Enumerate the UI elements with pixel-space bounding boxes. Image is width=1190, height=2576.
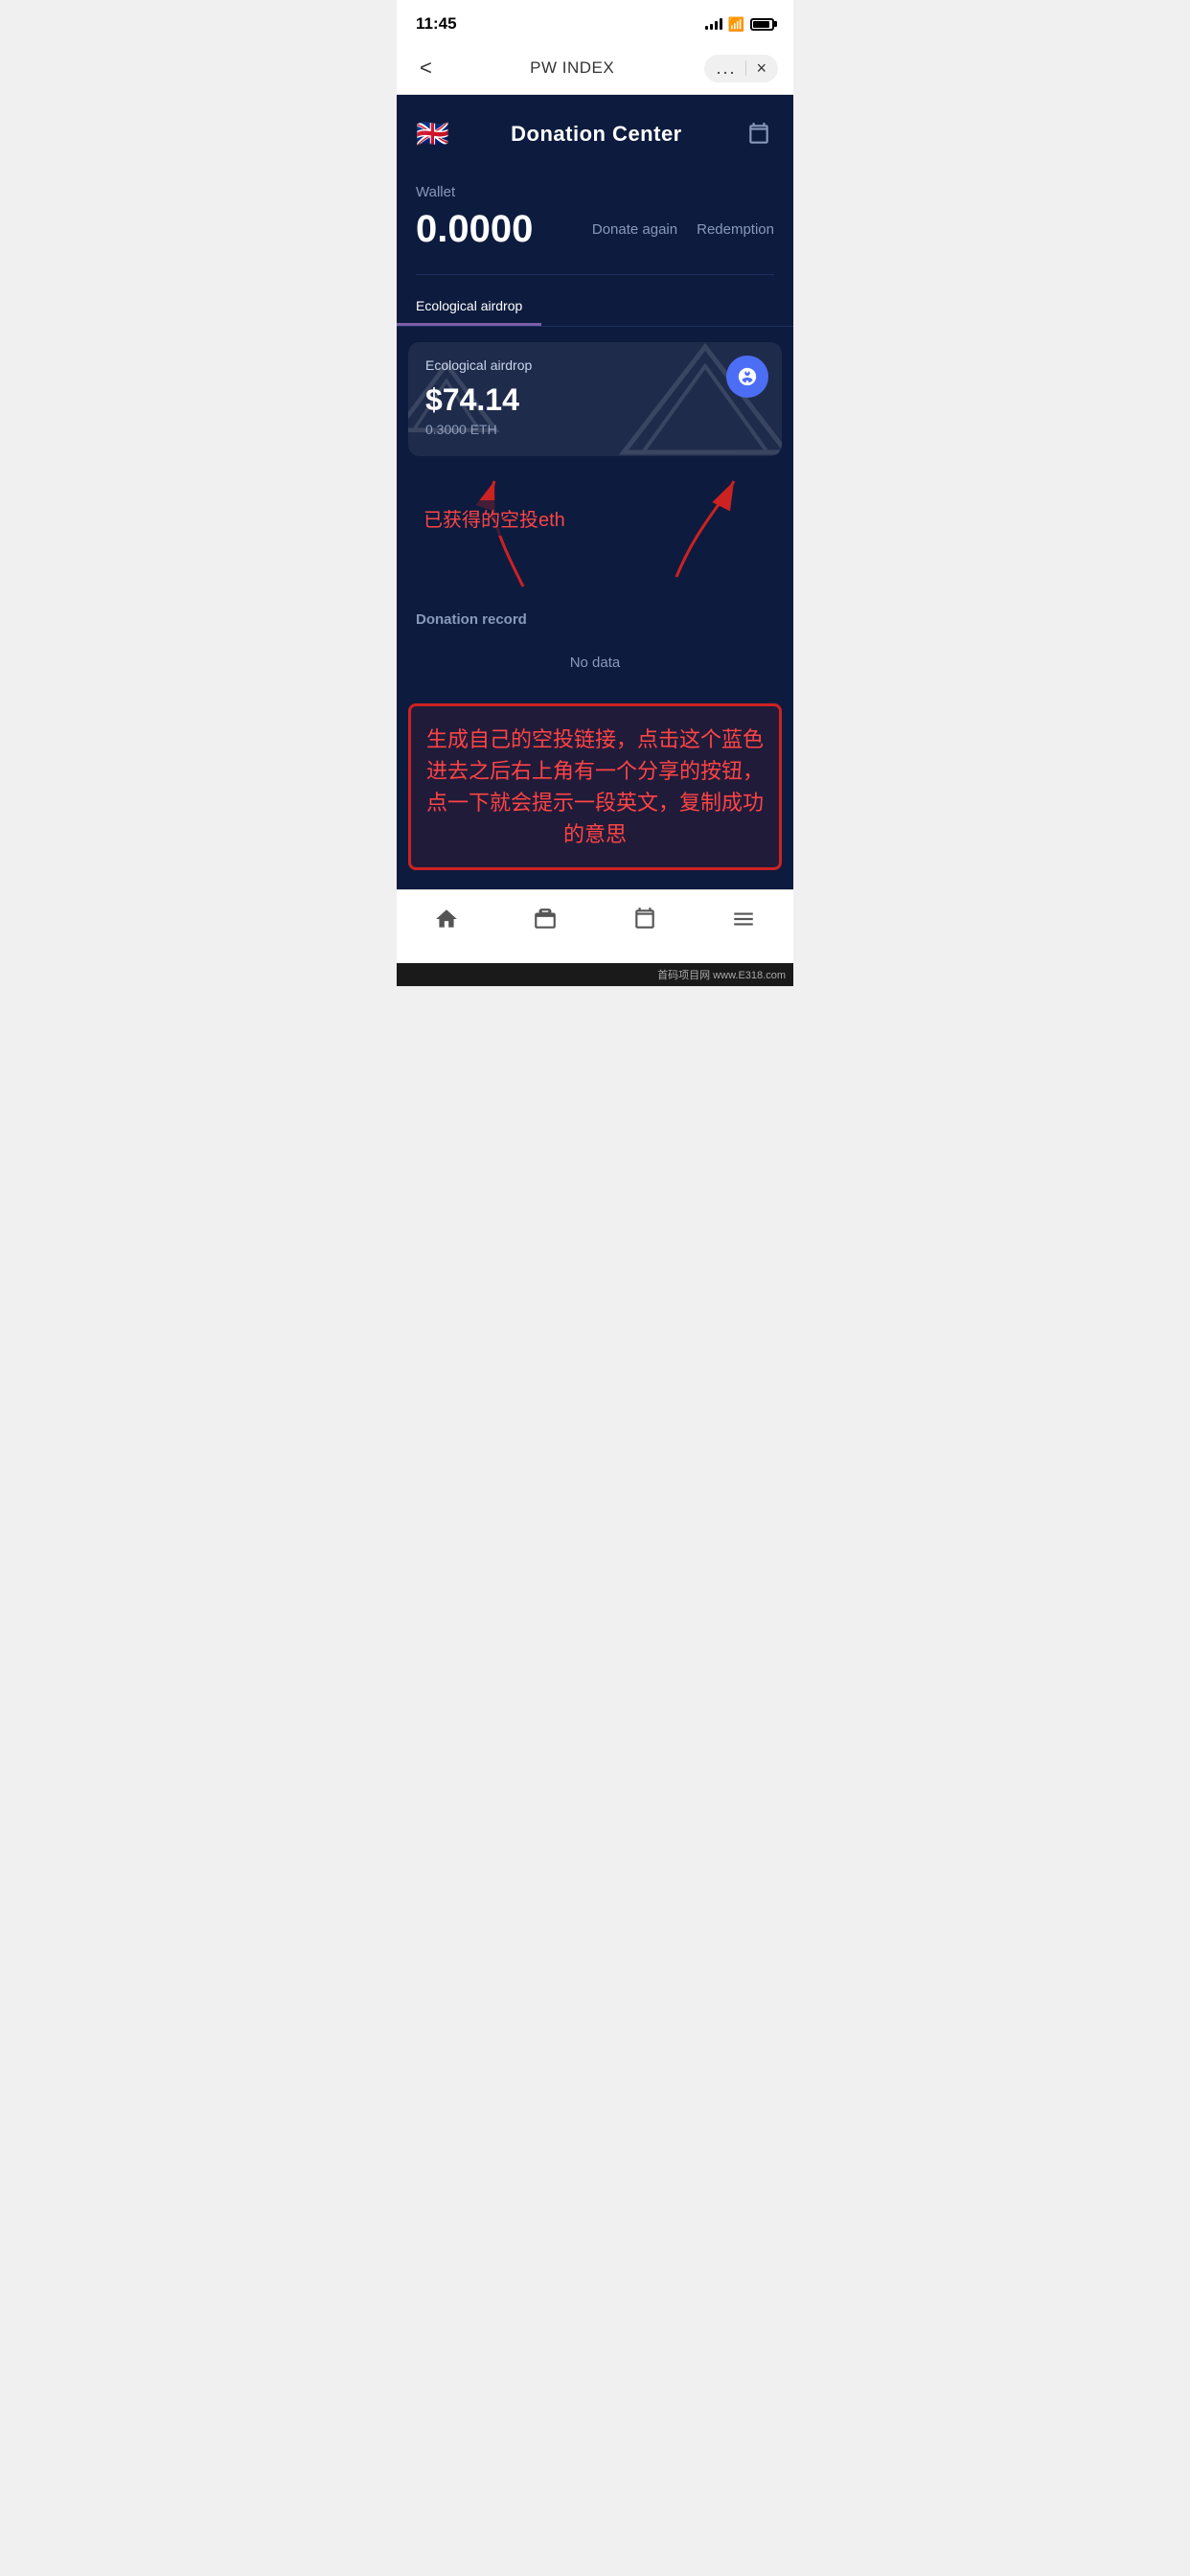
wallet-label: Wallet — [416, 184, 774, 200]
menu-icon — [730, 906, 757, 932]
arrow-annotation: 已获得的空投eth — [397, 472, 793, 596]
language-flag[interactable]: 🇬🇧 — [416, 118, 449, 150]
more-options-button[interactable]: ... — [716, 58, 736, 79]
donation-record: Donation record No data — [397, 596, 793, 694]
status-time: 11:45 — [416, 14, 457, 34]
status-icons: 📶 — [705, 16, 774, 33]
signal-icon — [705, 18, 722, 30]
nav-actions: ... × — [704, 55, 778, 82]
airdrop-section: Ecological airdrop $74.14 0.3000 ETH — [397, 342, 793, 596]
bottom-nav-home[interactable] — [418, 902, 475, 936]
red-box-text: 生成自己的空投链接，点击这个蓝色 进去之后右上角有一个分享的按钮，点一下就会提示… — [426, 724, 764, 850]
red-box-annotation: 生成自己的空投链接，点击这个蓝色 进去之后右上角有一个分享的按钮，点一下就会提示… — [408, 703, 782, 870]
calendar-nav-icon — [631, 906, 658, 932]
tab-second[interactable] — [541, 288, 580, 326]
wallet-amount: 0.0000 — [416, 208, 533, 251]
spacer — [397, 870, 793, 889]
battery-icon — [750, 18, 774, 31]
wallet-section: Wallet 0.0000 Donate again Redemption — [397, 165, 793, 261]
header-section: 🇬🇧 Donation Center — [397, 95, 793, 165]
bottom-nav — [397, 889, 793, 963]
status-bar: 11:45 📶 — [397, 0, 793, 42]
tabs-row: Ecological airdrop — [397, 288, 793, 327]
close-button[interactable]: × — [756, 58, 767, 79]
share-airdrop-button[interactable] — [726, 356, 768, 398]
nav-divider — [745, 60, 746, 76]
wifi-icon: 📶 — [728, 16, 744, 33]
redemption-button[interactable]: Redemption — [697, 221, 774, 238]
airdrop-card: Ecological airdrop $74.14 0.3000 ETH — [408, 342, 782, 456]
bottom-nav-briefcase[interactable] — [516, 902, 574, 936]
cn-annotation-text: 已获得的空投eth — [416, 500, 573, 536]
home-icon — [433, 906, 460, 932]
no-data-text: No data — [416, 639, 774, 686]
back-button[interactable]: < — [412, 52, 440, 84]
wallet-actions: Donate again Redemption — [592, 221, 774, 238]
wallet-divider — [416, 274, 774, 275]
wallet-row: 0.0000 Donate again Redemption — [416, 208, 774, 251]
bg-logo-left — [408, 358, 504, 440]
page-title: Donation Center — [511, 122, 682, 147]
nav-bar: < PW INDEX ... × — [397, 42, 793, 95]
bottom-nav-menu[interactable] — [715, 902, 772, 936]
nav-title: PW INDEX — [530, 58, 614, 78]
briefcase-icon — [532, 906, 559, 932]
calendar-button[interactable] — [744, 119, 774, 150]
site-label: 首码项目网 www.E318.com — [397, 963, 793, 986]
donate-again-button[interactable]: Donate again — [592, 221, 677, 238]
donation-record-label: Donation record — [416, 611, 774, 628]
bottom-nav-calendar[interactable] — [616, 902, 674, 936]
main-content: 🇬🇧 Donation Center Wallet 0.0000 Donate … — [397, 95, 793, 889]
tab-ecological-airdrop[interactable]: Ecological airdrop — [397, 288, 541, 326]
